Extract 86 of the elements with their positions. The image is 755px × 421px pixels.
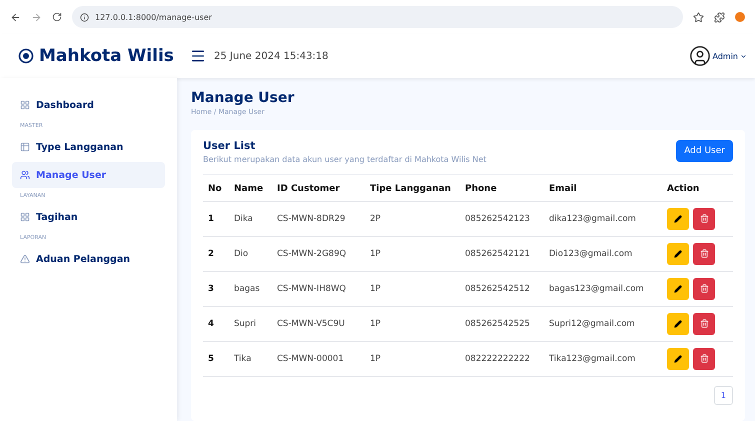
grid-icon: [20, 100, 30, 110]
info-icon: [80, 12, 89, 22]
table-cell: 1P: [365, 306, 460, 342]
column-header: Name: [229, 174, 272, 202]
table-cell: Dika: [229, 202, 272, 236]
table-cell: 5: [203, 342, 229, 376]
menu-icon[interactable]: [190, 48, 206, 64]
edit-button[interactable]: [667, 208, 689, 230]
delete-button[interactable]: [693, 312, 715, 335]
back-icon[interactable]: [10, 12, 21, 22]
star-icon[interactable]: [693, 12, 704, 22]
table-cell: 2: [203, 236, 229, 272]
delete-button[interactable]: [693, 348, 715, 370]
pencil-icon: [674, 355, 682, 364]
sidebar-item[interactable]: Dashboard: [12, 92, 165, 118]
page-button[interactable]: 1: [714, 386, 733, 405]
table-cell: Tika123@gmail.com: [544, 342, 662, 376]
table-cell: 1P: [365, 342, 460, 376]
table-cell: CS-MWN-2G89Q: [272, 236, 365, 272]
column-header: Phone: [460, 174, 544, 202]
add-user-button[interactable]: Add User: [676, 140, 733, 162]
table-cell: 085262542121: [460, 236, 544, 272]
table-cell: 3: [203, 272, 229, 306]
edit-button[interactable]: [667, 313, 689, 336]
trash-icon: [700, 284, 708, 294]
table-cell: 085262542123: [460, 202, 544, 236]
trash-icon: [700, 354, 708, 364]
table-cell: CS-MWN-00001: [272, 342, 365, 376]
user-menu[interactable]: Admin: [688, 45, 747, 67]
table-cell: 1P: [365, 236, 460, 272]
grid-icon: [20, 212, 30, 222]
table-cell: Supri: [229, 306, 272, 342]
table-cell: bagas123@gmail.com: [544, 272, 662, 306]
column-header: Tipe Langganan: [365, 174, 460, 202]
column-header: ID Customer: [272, 174, 365, 202]
page-title: Manage User: [191, 90, 296, 106]
edit-button[interactable]: [667, 278, 689, 300]
delete-button[interactable]: [693, 208, 715, 230]
column-header: Email: [544, 174, 662, 202]
address-bar[interactable]: 127.0.0.1:8000/manage-user: [72, 6, 683, 28]
table-cell: 4: [203, 306, 229, 342]
trash-icon: [700, 214, 708, 224]
warning-icon: [20, 254, 30, 264]
edit-button[interactable]: [667, 348, 689, 370]
table-cell: CS-MWN-V5C9U: [272, 306, 365, 342]
sidebar-item[interactable]: Aduan Pelanggan: [12, 246, 165, 272]
table-cell: CS-MWN-IH8WQ: [272, 272, 365, 306]
sidebar-item[interactable]: Manage User: [12, 162, 165, 188]
table-cell: 1P: [365, 272, 460, 306]
sidebar-item[interactable]: Type Langganan: [12, 134, 165, 160]
date-time: 25 June 2024 15:43:18: [214, 50, 330, 62]
reload-icon[interactable]: [52, 12, 62, 22]
delete-button[interactable]: [693, 242, 715, 265]
table-cell: 085262542525: [460, 306, 544, 342]
column-header: Action: [662, 174, 733, 202]
table-cell: 1: [203, 202, 229, 236]
table-cell: bagas: [229, 272, 272, 306]
card-subtitle: Berikut merupakan data akun user yang terdaftar di Mahkota Wilis Net: [203, 155, 486, 164]
sidebar-item[interactable]: Tagihan: [12, 204, 165, 230]
trash-icon: [700, 249, 708, 258]
delete-button[interactable]: [693, 278, 715, 300]
table-icon: [20, 142, 30, 152]
user-icon: [688, 45, 710, 67]
table-cell: 085262542512: [460, 272, 544, 306]
table-cell: Dio123@gmail.com: [544, 236, 662, 272]
table-cell: dika123@gmail.com: [544, 202, 662, 236]
logo-icon: [18, 48, 34, 64]
app-title: Mahkota Wilis: [39, 46, 174, 66]
table-cell: Tika: [229, 342, 272, 376]
table-cell: Supri12@gmail.com: [544, 306, 662, 342]
pencil-icon: [674, 215, 682, 224]
column-header: No: [203, 174, 229, 202]
users-icon: [20, 170, 30, 180]
edit-button[interactable]: [667, 243, 689, 266]
puzzle-icon[interactable]: [714, 12, 725, 22]
table-cell: 2P: [365, 202, 460, 236]
caret-icon: [740, 52, 747, 60]
pencil-icon: [674, 250, 682, 258]
table-cell: Dio: [229, 236, 272, 272]
table-cell: CS-MWN-8DR29: [272, 202, 365, 236]
pencil-icon: [674, 320, 682, 328]
pencil-icon: [674, 285, 682, 294]
profile-avatar[interactable]: [735, 12, 745, 22]
card-title: User List: [203, 140, 256, 152]
trash-icon: [700, 319, 708, 328]
table-cell: 082222222222: [460, 342, 544, 376]
